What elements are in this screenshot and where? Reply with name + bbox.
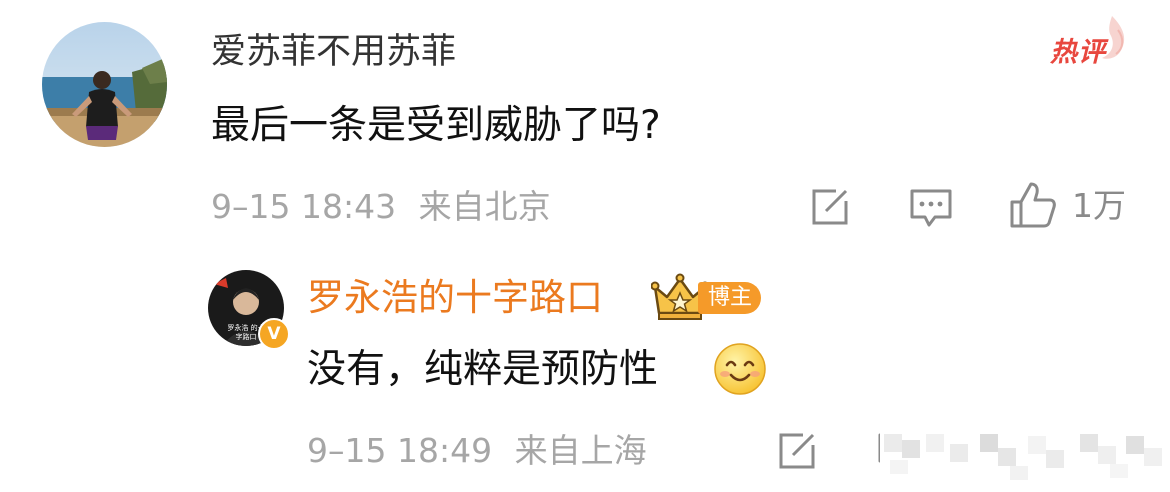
comment-time: 9–15 18:43 (211, 187, 397, 226)
comment-meta: 9–15 18:43 来自北京 (211, 187, 551, 227)
reply-button[interactable] (907, 183, 955, 231)
comment-text: 最后一条是受到威胁了吗? (211, 103, 661, 148)
edit-icon (812, 189, 848, 225)
reply-location: 来自上海 (514, 431, 647, 470)
reply-text: 没有，纯粹是预防性 (307, 347, 659, 392)
hot-comment-badge: 热评 (1050, 14, 1130, 74)
like-button[interactable] (1008, 180, 1058, 230)
reply-meta: 9–15 18:49 来自上海 (307, 431, 647, 471)
comment-icon (910, 189, 952, 227)
avatar[interactable] (42, 22, 167, 147)
reply-username[interactable]: 罗永浩的十字路口 (307, 274, 603, 322)
edit-icon (779, 433, 815, 469)
avatar-photo (42, 22, 167, 147)
comment-location: 来自北京 (418, 187, 551, 226)
pixelated-watermark (880, 420, 1170, 488)
reply-time: 9–15 18:49 (307, 431, 493, 470)
like-count: 1万 (1072, 186, 1126, 225)
hot-comment-label: 热评 (1050, 37, 1106, 68)
smile-emoji-icon (712, 341, 768, 397)
reply-share-button[interactable] (773, 427, 821, 475)
verified-badge: V (258, 318, 290, 350)
share-button[interactable] (806, 183, 854, 231)
thumbs-up-icon (1010, 182, 1056, 228)
host-badge: 博主 (698, 282, 762, 314)
comment-username[interactable]: 爱苏菲不用苏菲 (211, 30, 456, 74)
